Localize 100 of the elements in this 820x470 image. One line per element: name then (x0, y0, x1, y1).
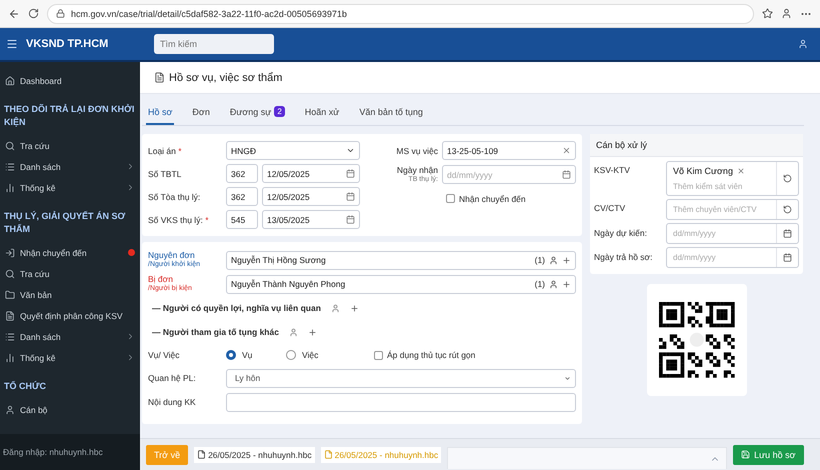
tab[interactable]: Hồ sơ (146, 102, 174, 125)
app-title: VKSND TP.HCM (26, 38, 110, 50)
tab[interactable]: Văn bản tố tụng (357, 102, 425, 125)
field-label: CV/CTV (594, 202, 626, 215)
clear-icon (562, 146, 571, 155)
sidebar-item[interactable]: Tra cứu (0, 135, 140, 156)
add-icon (308, 328, 317, 336)
calendar-icon (346, 192, 355, 201)
favorite-icon (762, 8, 773, 19)
calendar-icon (346, 169, 355, 178)
back-icon (8, 8, 20, 20)
file-chip[interactable]: 26/05/2025 - nhuhuynh.hbc (194, 446, 315, 462)
menu-icon (6, 38, 18, 50)
lock-icon (56, 9, 65, 18)
save-button[interactable]: Lưu hồ sơ (733, 444, 804, 464)
chevron-right-icon (126, 353, 135, 362)
sidebar-item[interactable]: Văn bản (0, 284, 140, 305)
sidebar-item[interactable]: Cán bộ (0, 399, 140, 420)
radio-label: Vụ (242, 350, 252, 360)
add-icon (562, 256, 571, 264)
user-icon (5, 404, 15, 414)
radio-label: Việc (302, 350, 318, 360)
case-code-field[interactable]: 13-25-05-109 (442, 141, 576, 160)
home-icon (5, 76, 15, 86)
search-icon (5, 140, 15, 150)
radio-button[interactable] (286, 350, 296, 360)
staff-tag: Võ Kim Cương (673, 166, 770, 176)
checkbox-label: Nhận chuyển đến (459, 194, 526, 204)
add-icon (562, 280, 571, 288)
number-field[interactable]: 362 (226, 164, 258, 183)
field-label: Nội dung KK (148, 397, 197, 407)
field-label: Ngày dự kiến: (594, 227, 648, 240)
field-label: Ngày trả hồ sơ: (594, 251, 654, 264)
sidebar-item[interactable]: Thống kê (0, 177, 140, 198)
staff-picker[interactable]: Võ Kim Cương Thêm kiểm sát viên (666, 161, 799, 196)
field-label: Quan hệ PL: (148, 373, 197, 383)
tab[interactable]: Đơn (190, 102, 212, 125)
calendar-icon (783, 229, 792, 238)
field-label: Loại án * (148, 146, 183, 156)
party-count: (1) (534, 255, 545, 265)
chevron-right-icon (126, 332, 135, 341)
sidebar-item[interactable]: Tra cứu (0, 263, 140, 284)
search-field[interactable]: Tìm kiếm (154, 34, 274, 54)
reload-icon (28, 8, 39, 19)
date-field[interactable]: 13/05/2025 (262, 210, 360, 229)
profile-icon (781, 8, 792, 19)
card-title: Cán bộ xử lý (590, 134, 803, 157)
field-label: Số VKS thụ lý: * (148, 214, 210, 224)
add-icon (350, 304, 359, 312)
party-count: (1) (534, 279, 545, 289)
address-bar[interactable]: hcm.gov.vn/case/trial/detail/c5daf582-3a22-11f0-ac2d-00505693971b (47, 4, 754, 24)
claim-field[interactable] (226, 392, 576, 412)
enter-icon (5, 248, 15, 258)
reset-icon (783, 174, 792, 183)
sidebar-section-title: THỤ LÝ, GIẢI QUYẾT ÁN SƠ THẨM (3, 210, 126, 236)
number-field[interactable]: 545 (226, 210, 258, 229)
sidebar-item[interactable]: Nhận chuyển đến (0, 242, 140, 263)
field-label: Số TBTL (148, 168, 182, 178)
group-title: — Người có quyền lợi, nghĩa vụ liên quan (152, 303, 321, 313)
page-title: Hồ sơ vụ, việc sơ thẩm (169, 72, 282, 84)
field-label: MS vụ việc (395, 146, 438, 156)
person-icon (288, 328, 298, 336)
field-label: Vụ/ Việc (148, 350, 181, 360)
field-label: Số Tòa thụ lý: (148, 192, 202, 202)
file-icon (197, 450, 206, 459)
date-field[interactable]: 12/05/2025 (262, 187, 360, 206)
party-name-field[interactable]: Nguyễn Thành Nguyên Phong (1) (226, 274, 576, 294)
checkbox[interactable] (446, 194, 455, 203)
radio-button[interactable] (226, 350, 236, 360)
calendar-icon (562, 170, 571, 179)
user-icon (798, 39, 808, 49)
sidebar-item[interactable]: Danh sách (0, 156, 140, 177)
list-icon (5, 162, 15, 172)
calendar-icon (346, 215, 355, 224)
tab[interactable]: Hoãn xử (302, 102, 342, 125)
relation-select[interactable]: Ly hôn (226, 368, 576, 388)
number-field[interactable]: 362 (226, 187, 258, 206)
remove-icon (736, 167, 745, 175)
sidebar-section-title: THEO DÕI TRẢ LẠI ĐƠN KHỞI KIỆN (3, 103, 136, 129)
sidebar-item[interactable]: Dashboard (0, 70, 140, 91)
sidebar-item[interactable]: Danh sách (0, 326, 140, 347)
checkbox[interactable] (374, 350, 383, 360)
person-icon (549, 280, 558, 288)
reset-icon (783, 205, 792, 214)
tab[interactable]: Đương sự 2 (228, 102, 287, 125)
party-name-field[interactable]: Nguyễn Thị Hồng Sương (1) (226, 250, 576, 270)
person-icon (330, 304, 340, 312)
bar-chart-icon (5, 352, 15, 362)
sidebar-item[interactable]: Thống kê (0, 347, 140, 368)
bar-chart-icon (5, 182, 15, 192)
count-badge: 2 (274, 106, 285, 117)
document-icon (5, 310, 15, 320)
save-icon (741, 450, 750, 459)
chevron-right-icon (126, 162, 135, 171)
date-field[interactable]: 12/05/2025 (262, 164, 360, 183)
case-type-select[interactable]: HNGĐ (226, 141, 360, 160)
sidebar-item[interactable]: Quyết định phân công KSV (0, 305, 140, 326)
folder-icon (5, 290, 15, 300)
sidebar-section-title: TỔ CHỨC (3, 380, 47, 393)
document-icon (154, 72, 165, 83)
